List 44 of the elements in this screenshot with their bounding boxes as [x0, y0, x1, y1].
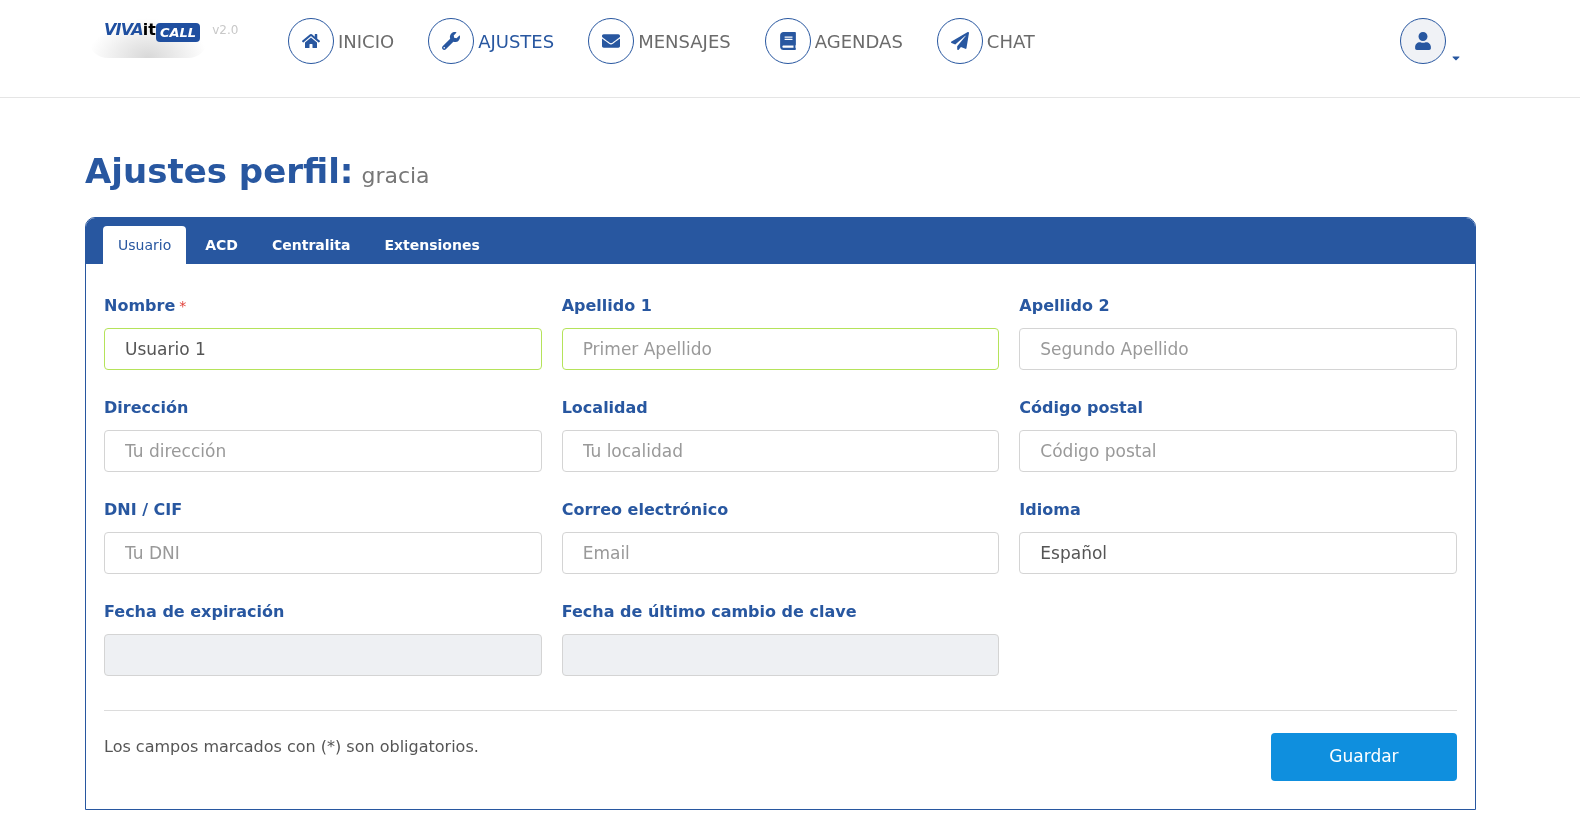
- save-button[interactable]: Guardar: [1271, 733, 1457, 781]
- field-label: Apellido 1: [561, 295, 652, 317]
- tab[interactable]: ACD: [190, 226, 253, 264]
- field-label: Correo electrónico: [561, 499, 729, 521]
- tab[interactable]: Usuario: [103, 226, 187, 264]
- user-menu-button[interactable]: [1400, 18, 1446, 64]
- input-field[interactable]: Tu localidad: [561, 430, 1000, 472]
- logo-badge: CALL: [155, 22, 201, 42]
- username-text: gracia: [361, 162, 430, 190]
- field-label: Fecha de último cambio de clave: [561, 601, 857, 623]
- input-field[interactable]: Usuario 1: [104, 328, 542, 370]
- field-label: Apellido 2: [1019, 295, 1110, 317]
- input-field[interactable]: Email: [561, 532, 1000, 574]
- field-label: Código postal: [1019, 397, 1143, 419]
- nav-link[interactable]: AGENDAS: [764, 18, 903, 64]
- logo-text: it: [142, 19, 156, 41]
- required-marker: *: [179, 297, 187, 316]
- nav-link[interactable]: MENSAJES: [588, 18, 731, 64]
- book-icon: [778, 32, 797, 50]
- required-fields-note: Los campos marcados con (*) son obligatorios.: [104, 736, 479, 758]
- field-label: Localidad: [561, 397, 648, 419]
- field-label: Fecha de expiración: [104, 601, 285, 623]
- input-field[interactable]: Español: [1019, 532, 1457, 574]
- input-field[interactable]: Primer Apellido: [561, 328, 1000, 370]
- input-field[interactable]: Tu DNI: [104, 532, 542, 574]
- nav-link[interactable]: CHAT: [936, 18, 1035, 64]
- wrench-icon: [442, 32, 461, 50]
- input-field[interactable]: Segundo Apellido: [1019, 328, 1457, 370]
- field-label: Idioma: [1019, 499, 1081, 521]
- field-label: DNI / CIF: [104, 499, 183, 521]
- page-title: Ajustes perfil:: [85, 150, 354, 193]
- user-icon: [1414, 32, 1432, 50]
- home-icon: [302, 32, 320, 50]
- input-field[interactable]: Tu dirección: [104, 430, 542, 472]
- input-field[interactable]: Código postal: [1019, 430, 1457, 472]
- field-label: Dirección: [104, 397, 189, 419]
- nav-link[interactable]: INICIO: [288, 18, 395, 64]
- paper-plane-icon: [950, 32, 969, 50]
- envelope-icon: [602, 32, 621, 50]
- nav-link[interactable]: AJUSTES: [428, 18, 555, 64]
- logo-text: VIVA: [104, 19, 143, 41]
- field-label: Nombre: [104, 295, 176, 317]
- tab[interactable]: Centralita: [256, 226, 366, 264]
- tab[interactable]: Extensiones: [369, 226, 495, 264]
